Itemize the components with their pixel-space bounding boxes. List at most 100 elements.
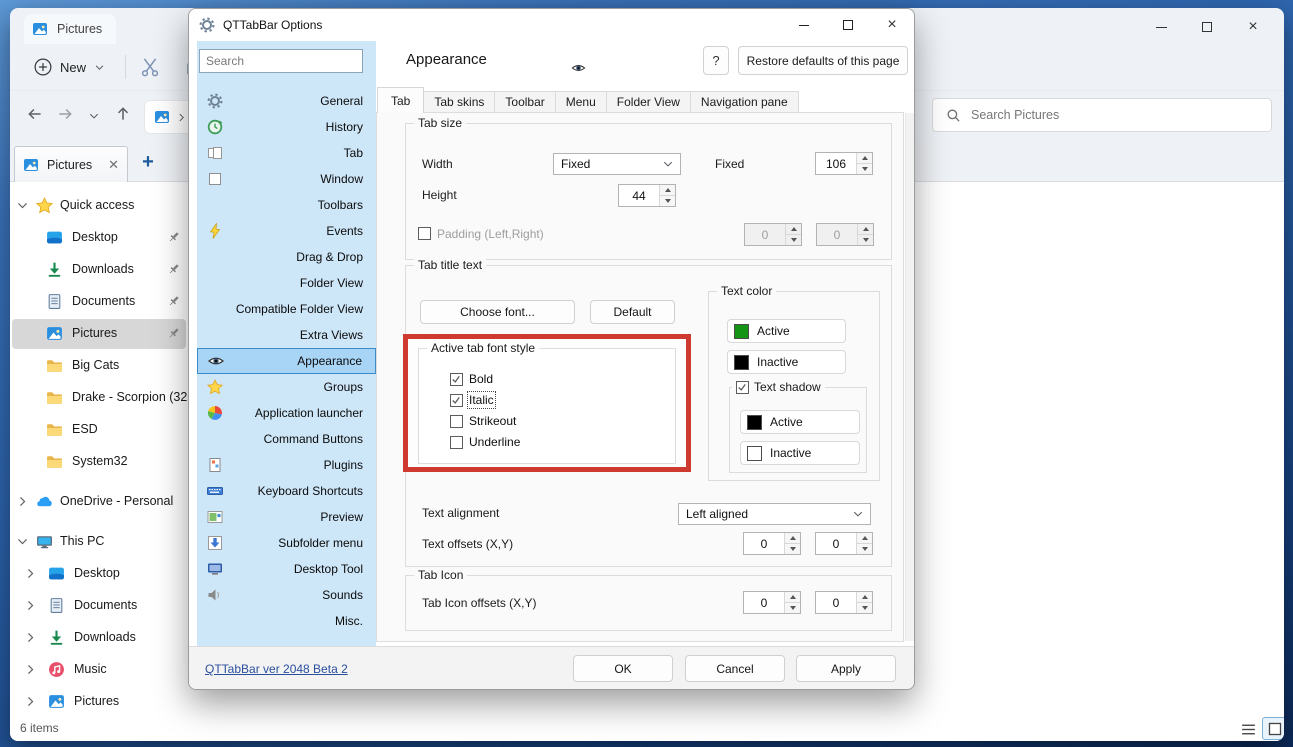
tree-item-onedrive-personal[interactable]: OneDrive - Personal xyxy=(10,486,190,518)
sidebar-item-misc-[interactable]: Misc. xyxy=(197,608,376,634)
tab-pictures[interactable]: Pictures ✕ xyxy=(14,146,128,182)
padding-checkbox[interactable] xyxy=(418,227,431,240)
sidebar-item-command-buttons[interactable]: Command Buttons xyxy=(197,426,376,452)
sidebar-item-folder-view[interactable]: Folder View xyxy=(197,270,376,296)
tree-item-big-cats[interactable]: Big Cats xyxy=(10,350,190,382)
chevron-down-icon[interactable] xyxy=(16,199,29,212)
tab-icon-offset-x-spinner[interactable]: 0 xyxy=(743,591,801,614)
tree-item-documents[interactable]: Documents xyxy=(10,590,190,622)
ok-button[interactable]: OK xyxy=(573,655,673,682)
text-offset-x-spinner[interactable]: 0 xyxy=(743,532,801,555)
dialog-scrollbar[interactable] xyxy=(905,113,914,641)
restore-defaults-button[interactable]: Restore defaults of this page xyxy=(738,46,908,75)
up-icon[interactable] xyxy=(114,105,132,123)
italic-checkbox[interactable] xyxy=(450,393,463,407)
spin-up[interactable] xyxy=(785,533,800,543)
sidebar-item-history[interactable]: History xyxy=(197,114,376,140)
tree-item-music[interactable]: Music xyxy=(10,654,190,686)
text-alignment-select[interactable]: Left aligned xyxy=(678,503,871,525)
strikeout-checkbox[interactable] xyxy=(450,414,463,428)
tab-tab[interactable]: Tab xyxy=(377,87,425,113)
spin-up[interactable] xyxy=(857,533,872,543)
tree-item-desktop[interactable]: Desktop xyxy=(10,222,190,254)
address-bar[interactable] xyxy=(144,100,194,134)
apply-button[interactable]: Apply xyxy=(796,655,896,682)
text-color-active-button[interactable]: Active xyxy=(727,319,846,343)
chevron-right-icon[interactable] xyxy=(24,695,37,708)
tree-item-drake-scorpion-320-[interactable]: Drake - Scorpion (320) xyxy=(10,382,198,414)
choose-font-button[interactable]: Choose font... xyxy=(420,300,575,324)
new-button[interactable]: New xyxy=(24,52,115,82)
spin-up[interactable] xyxy=(660,185,675,195)
height-spinner[interactable]: 44 xyxy=(618,184,676,207)
sidebar-item-subfolder-menu[interactable]: Subfolder menu xyxy=(197,530,376,556)
sidebar-item-preview[interactable]: Preview xyxy=(197,504,376,530)
text-color-inactive-button[interactable]: Inactive xyxy=(727,350,846,374)
sidebar-item-appearance[interactable]: Appearance xyxy=(197,348,376,374)
tree-item-esd[interactable]: ESD xyxy=(10,414,190,446)
sidebar-item-general[interactable]: General xyxy=(197,88,376,114)
chevron-right-icon[interactable] xyxy=(24,599,37,612)
sidebar-item-tab[interactable]: Tab xyxy=(197,140,376,166)
sidebar-item-keyboard-shortcuts[interactable]: Keyboard Shortcuts xyxy=(197,478,376,504)
default-font-button[interactable]: Default xyxy=(590,300,675,324)
chevron-right-icon[interactable] xyxy=(24,631,37,644)
version-link[interactable]: QTTabBar ver 2048 Beta 2 xyxy=(205,662,348,676)
sidebar-item-application-launcher[interactable]: Application launcher xyxy=(197,400,376,426)
text-offset-y-spinner[interactable]: 0 xyxy=(815,532,873,555)
recent-locations-chevron-icon[interactable] xyxy=(88,110,100,122)
sidebar-item-extra-views[interactable]: Extra Views xyxy=(197,322,376,348)
sidebar-item-drag-drop[interactable]: Drag & Drop xyxy=(197,244,376,270)
spin-down[interactable] xyxy=(857,543,872,554)
sidebar-item-compatible-folder-view[interactable]: Compatible Folder View xyxy=(197,296,376,322)
spin-down[interactable] xyxy=(785,602,800,613)
sidebar-item-events[interactable]: Events xyxy=(197,218,376,244)
tab-folder-view[interactable]: Folder View xyxy=(606,91,691,113)
cut-icon[interactable] xyxy=(140,57,160,77)
tree-item-quick-access[interactable]: Quick access xyxy=(10,190,190,222)
tree-item-desktop[interactable]: Desktop xyxy=(10,558,190,590)
sidebar-item-sounds[interactable]: Sounds xyxy=(197,582,376,608)
tree-item-downloads[interactable]: Downloads xyxy=(10,254,190,286)
back-icon[interactable] xyxy=(26,105,44,123)
spin-up[interactable] xyxy=(857,592,872,602)
sidebar-item-desktop-tool[interactable]: Desktop Tool xyxy=(197,556,376,582)
chevron-down-icon[interactable] xyxy=(16,535,29,548)
tab-close-icon[interactable]: ✕ xyxy=(108,157,119,173)
minimize-button[interactable] xyxy=(1138,14,1184,40)
spin-down[interactable] xyxy=(857,163,872,174)
sidebar-item-toolbars[interactable]: Toolbars xyxy=(197,192,376,218)
tree-item-documents[interactable]: Documents xyxy=(10,286,190,318)
shadow-inactive-button[interactable]: Inactive xyxy=(740,441,860,465)
new-tab-button[interactable]: + xyxy=(136,148,160,176)
cancel-button[interactable]: Cancel xyxy=(685,655,785,682)
dialog-close-button[interactable]: × xyxy=(870,11,914,39)
tab-tab-skins[interactable]: Tab skins xyxy=(424,91,496,113)
spin-down[interactable] xyxy=(660,195,675,206)
dialog-maximize-button[interactable] xyxy=(826,11,870,39)
chevron-right-icon[interactable] xyxy=(16,495,29,508)
text-shadow-checkbox[interactable] xyxy=(736,380,749,394)
explorer-window-tab[interactable]: Pictures xyxy=(24,14,117,44)
sidebar-item-plugins[interactable]: Plugins xyxy=(197,452,376,478)
chevron-right-icon[interactable] xyxy=(24,663,37,676)
forward-icon[interactable] xyxy=(56,105,74,123)
tree-item-downloads[interactable]: Downloads xyxy=(10,622,190,654)
maximize-button[interactable] xyxy=(1184,14,1230,40)
dialog-minimize-button[interactable] xyxy=(782,11,826,39)
tree-item-this-pc[interactable]: This PC xyxy=(10,526,190,558)
bold-checkbox[interactable] xyxy=(450,372,463,386)
tree-item-system32[interactable]: System32 xyxy=(10,446,190,478)
sidebar-item-window[interactable]: Window xyxy=(197,166,376,192)
tab-menu[interactable]: Menu xyxy=(555,91,607,113)
tab-icon-offset-y-spinner[interactable]: 0 xyxy=(815,591,873,614)
sidebar-item-groups[interactable]: Groups xyxy=(197,374,376,400)
width-mode-select[interactable]: Fixed xyxy=(553,153,681,175)
close-button[interactable]: × xyxy=(1230,14,1276,40)
search-input[interactable]: Search Pictures xyxy=(932,98,1272,132)
details-view-icon[interactable] xyxy=(1240,721,1257,738)
tab-navigation-pane[interactable]: Navigation pane xyxy=(690,91,799,113)
spin-down[interactable] xyxy=(857,602,872,613)
shadow-active-button[interactable]: Active xyxy=(740,410,860,434)
thumbnail-view-button[interactable] xyxy=(1262,717,1284,740)
